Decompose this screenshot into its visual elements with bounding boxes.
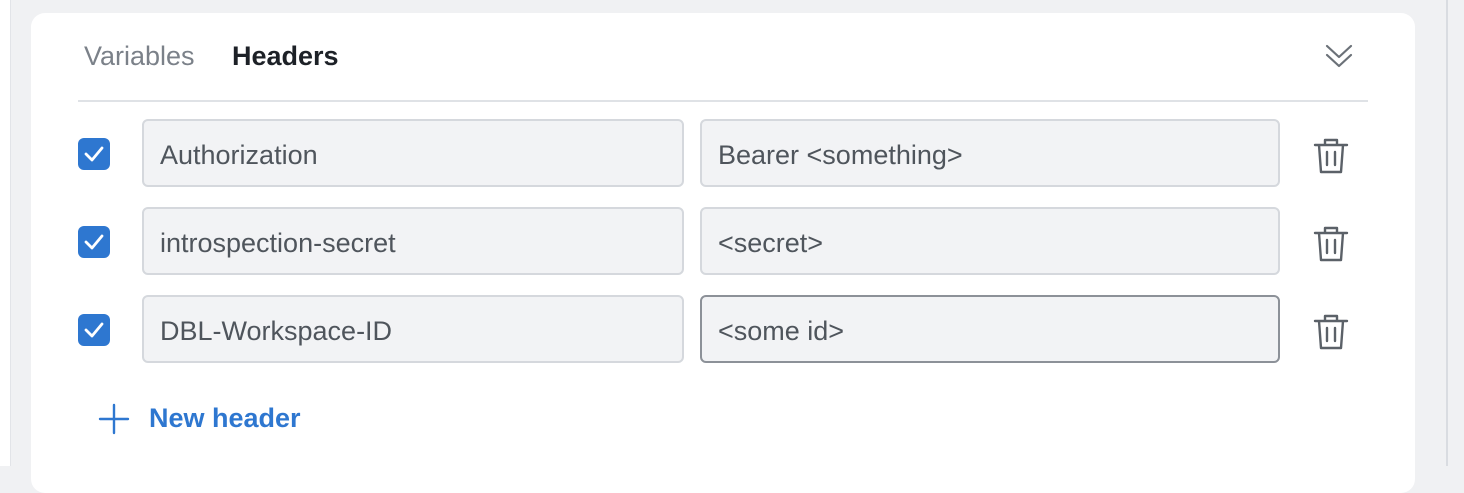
trash-icon bbox=[1313, 314, 1349, 350]
header-enabled-checkbox[interactable] bbox=[78, 314, 110, 346]
tab-headers[interactable]: Headers bbox=[232, 40, 339, 72]
header-enabled-checkbox[interactable] bbox=[78, 226, 110, 258]
delete-header-button[interactable] bbox=[1313, 313, 1349, 351]
delete-header-button[interactable] bbox=[1313, 137, 1349, 175]
header-value-input[interactable]: Bearer <something> bbox=[700, 119, 1280, 187]
new-header-label: New header bbox=[149, 403, 301, 433]
chevrons-down-icon bbox=[1325, 44, 1353, 68]
header-value-input[interactable]: <secret> bbox=[700, 207, 1280, 275]
header-row: Authorization Bearer <something> bbox=[0, 119, 1464, 191]
header-value-input[interactable]: <some id> bbox=[700, 295, 1280, 363]
header-key-input[interactable]: introspection-secret bbox=[142, 207, 684, 275]
check-icon bbox=[84, 146, 104, 162]
header-row: DBL-Workspace-ID <some id> bbox=[0, 295, 1464, 367]
header-row: introspection-secret <secret> bbox=[0, 207, 1464, 279]
header-key-input[interactable]: DBL-Workspace-ID bbox=[142, 295, 684, 363]
delete-header-button[interactable] bbox=[1313, 225, 1349, 263]
check-icon bbox=[84, 322, 104, 338]
trash-icon bbox=[1313, 226, 1349, 262]
header-key-input[interactable]: Authorization bbox=[142, 119, 684, 187]
tabs-divider bbox=[78, 100, 1368, 102]
header-enabled-checkbox[interactable] bbox=[78, 138, 110, 170]
tab-variables[interactable]: Variables bbox=[84, 40, 195, 72]
collapse-button[interactable] bbox=[1324, 42, 1354, 72]
plus-icon bbox=[98, 403, 130, 435]
check-icon bbox=[84, 234, 104, 250]
trash-icon bbox=[1313, 138, 1349, 174]
